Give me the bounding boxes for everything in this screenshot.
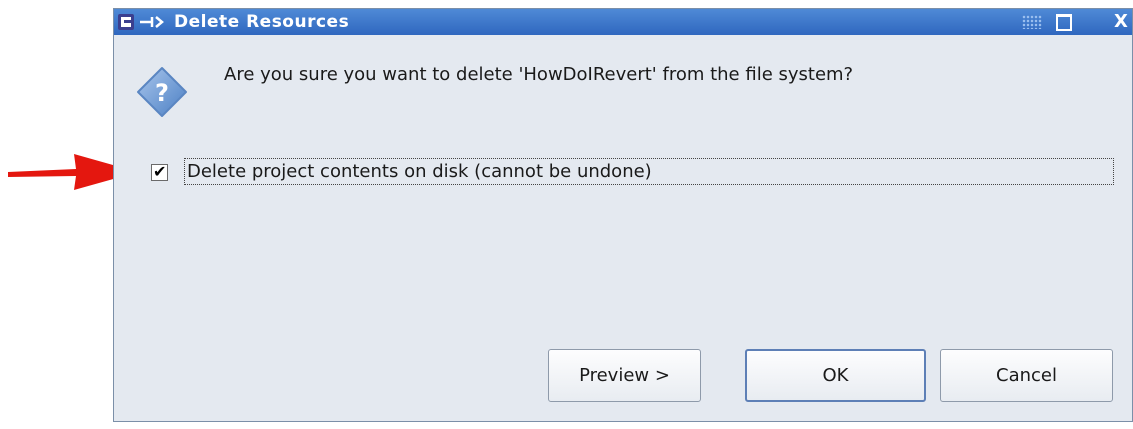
delete-resources-dialog: Delete Resources X ? Are you sure you wa…	[113, 8, 1133, 422]
window-controls: X	[1022, 11, 1132, 32]
pin-icon	[140, 16, 164, 28]
dialog-title: Delete Resources	[174, 12, 350, 32]
window-menu-icon[interactable]	[1022, 15, 1042, 29]
ok-button[interactable]: OK	[745, 349, 926, 402]
delete-contents-label[interactable]: Delete project contents on disk (cannot …	[184, 158, 1114, 185]
maximize-icon[interactable]	[1056, 14, 1072, 31]
close-icon[interactable]: X	[1114, 11, 1128, 32]
svg-text:?: ?	[155, 79, 169, 107]
confirmation-message: Are you sure you want to delete 'HowDoIR…	[224, 64, 854, 85]
cancel-button[interactable]: Cancel	[940, 349, 1113, 402]
checkmark-icon: ✔	[153, 162, 167, 181]
title-bar: Delete Resources X	[114, 9, 1132, 35]
question-icon: ?	[137, 67, 187, 117]
delete-contents-checkbox[interactable]: ✔	[151, 162, 168, 181]
app-icon[interactable]	[118, 13, 136, 31]
preview-button[interactable]: Preview >	[548, 349, 701, 402]
